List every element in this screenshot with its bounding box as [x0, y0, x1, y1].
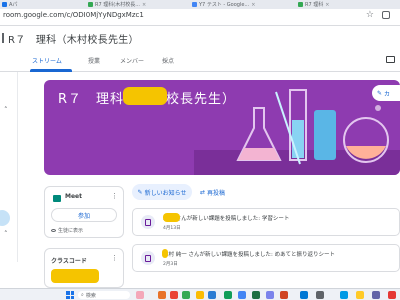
taskbar-search[interactable]: ⌕ 検索 — [78, 291, 130, 299]
class-title[interactable]: R７ 理科（木村校長先生） — [8, 31, 139, 46]
widget-icon[interactable] — [136, 291, 144, 299]
taskbar: ⌕ 検索 — [0, 288, 400, 300]
close-icon[interactable]: × — [142, 2, 146, 8]
search-icon: ⌕ — [81, 292, 84, 298]
join-button[interactable]: 参加 — [51, 208, 117, 222]
post-text: 木村 さんが新しい課題を投稿しました: 学習シート — [163, 216, 290, 222]
folder-icon[interactable] — [196, 291, 204, 299]
post-text: 木村 純一 さんが新しい課題を投稿しました: めあてと振り返りシート — [163, 252, 335, 258]
classroom-favicon-icon — [88, 2, 93, 7]
tab-stream[interactable]: ストリーム — [32, 56, 62, 65]
chevron-up-icon[interactable]: ˄ — [4, 106, 8, 114]
meet-card: Meet ⋮ 参加 生徒に表示 — [44, 186, 124, 238]
extensions-icon[interactable] — [382, 11, 390, 19]
browser-tab-strip: Aパ R7 理科(木村校長... × Y7 テスト - Google... × … — [0, 0, 400, 9]
pencil-icon: ✎ — [377, 89, 383, 97]
stream-post[interactable]: 木村 さんが新しい課題を投稿しました: 学習シート 4月13日 — [132, 208, 400, 236]
back-icon[interactable] — [0, 33, 4, 43]
tab-classwork[interactable]: 授業 — [88, 56, 100, 65]
browser-tab[interactable]: Aパ — [2, 0, 36, 9]
app-icon[interactable] — [388, 291, 396, 299]
post-date: 4月13日 — [163, 226, 181, 231]
repost-icon: ⇄ — [200, 188, 206, 196]
app-icon[interactable] — [182, 291, 190, 299]
class-code-label: クラスコード — [51, 258, 87, 265]
browser-tab[interactable]: R7 理科(木村校長... × — [88, 0, 158, 9]
app-icon[interactable] — [224, 291, 232, 299]
powerpoint-icon[interactable] — [280, 291, 288, 299]
redaction-mark — [162, 249, 168, 258]
more-vert-icon[interactable]: ⋮ — [111, 192, 118, 200]
app-icon[interactable] — [356, 291, 364, 299]
chevron-up-icon[interactable]: ˄ — [4, 230, 8, 238]
tab-people[interactable]: メンバー — [120, 56, 144, 65]
video-icon[interactable] — [386, 56, 395, 63]
redaction-mark — [51, 269, 99, 283]
more-vert-icon[interactable]: ⋮ — [111, 254, 118, 262]
app-icon[interactable] — [158, 291, 166, 299]
star-icon[interactable]: ☆ — [366, 10, 374, 20]
windows-start-icon[interactable] — [66, 291, 74, 299]
redaction-mark — [123, 87, 167, 105]
teams-icon[interactable] — [266, 291, 274, 299]
class-code-card: クラスコード ⋮ — [44, 248, 124, 288]
visibility-status: 生徒に表示 — [51, 227, 83, 234]
url-text[interactable]: room.google.com/c/ODI0MjYyNDgxMzc1 — [3, 11, 144, 19]
classroom-favicon-icon — [298, 2, 303, 7]
browser-tab[interactable]: Y7 テスト - Google... × — [192, 0, 264, 9]
class-banner: R７ 理科（木村校長先生） ✎ カ — [44, 80, 400, 175]
app-icon[interactable] — [372, 291, 380, 299]
pencil-icon: ✎ — [137, 188, 143, 196]
side-rail: ˄ ˄ — [0, 72, 18, 262]
new-announcement-button[interactable]: ✎ 新しいお知らせ — [132, 184, 192, 200]
post-date: 2月3日 — [163, 262, 178, 267]
tab-grades[interactable]: 採点 — [162, 56, 174, 65]
stream-post[interactable]: 木村 純一 さんが新しい課題を投稿しました: めあてと振り返りシート 2月3日 — [132, 244, 400, 272]
eye-icon — [51, 229, 56, 232]
redaction-mark — [163, 213, 180, 222]
site-favicon-icon — [2, 2, 7, 7]
customize-button[interactable]: ✎ カ — [372, 85, 400, 101]
meet-icon — [53, 195, 61, 202]
close-icon[interactable]: × — [325, 2, 329, 8]
active-tab-indicator — [30, 69, 72, 72]
meet-label: Meet — [65, 193, 82, 200]
assignment-icon — [141, 251, 155, 265]
app-header: R７ 理科（木村校長先生） — [0, 26, 400, 50]
app-icon[interactable] — [316, 291, 324, 299]
app-icon[interactable] — [300, 291, 308, 299]
class-tabs: ストリーム 授業 メンバー 採点 — [0, 50, 400, 72]
repost-button[interactable]: ⇄ 再投稿 — [200, 184, 236, 200]
forms-favicon-icon — [192, 2, 197, 7]
rail-indicator — [0, 210, 10, 226]
assignment-icon — [141, 215, 155, 229]
browser-tab[interactable]: R7 理科 × — [298, 0, 354, 9]
chrome-icon[interactable] — [238, 291, 246, 299]
app-icon[interactable] — [170, 291, 178, 299]
app-icon[interactable] — [340, 291, 348, 299]
address-bar[interactable]: room.google.com/c/ODI0MjYyNDgxMzc1 ☆ — [0, 9, 400, 26]
close-icon[interactable]: × — [251, 2, 255, 8]
word-icon[interactable] — [208, 291, 216, 299]
excel-icon[interactable] — [252, 291, 260, 299]
